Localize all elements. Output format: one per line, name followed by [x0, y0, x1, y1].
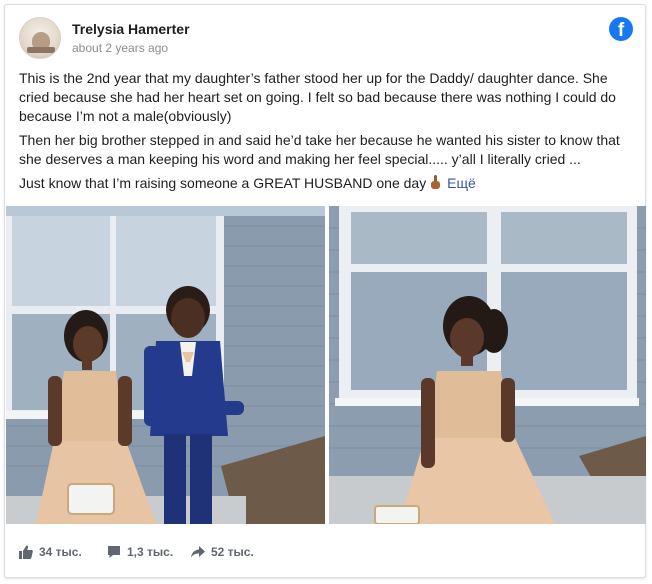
photo-girl-and-brother[interactable] — [6, 206, 325, 524]
author-name[interactable]: Trelysia Hamerter — [72, 21, 190, 37]
avatar-base — [27, 47, 55, 53]
post-header: Trelysia Hamerter about 2 years ago f — [19, 17, 633, 61]
photo-grid — [6, 206, 646, 524]
facebook-logo-icon[interactable]: f — [609, 17, 633, 41]
comments-stat[interactable]: 1,3 тыс. — [107, 545, 173, 559]
post-card: Trelysia Hamerter about 2 years ago f Th… — [4, 4, 646, 578]
post-paragraph-3-text: Just know that I’m raising someone a GRE… — [19, 175, 427, 191]
photo-girl-and-brother-image — [6, 206, 325, 524]
likes-count: 34 тыс. — [39, 545, 82, 559]
share-arrow-icon — [191, 546, 205, 558]
thumbs-up-icon — [19, 545, 33, 559]
post-paragraph-3: Just know that I’m raising someone a GRE… — [19, 174, 633, 193]
shares-count: 52 тыс. — [211, 545, 254, 559]
pointing-finger-emoji — [431, 175, 441, 189]
photo-girl-image — [329, 206, 646, 524]
post-paragraph-1: This is the 2nd year that my daughter’s … — [19, 70, 616, 124]
post-stats: 34 тыс. 1,3 тыс. 52 тыс. — [19, 545, 631, 565]
see-more-link[interactable]: Ещё — [447, 175, 476, 191]
comment-bubble-icon — [108, 546, 120, 558]
likes-stat[interactable]: 34 тыс. — [19, 545, 82, 559]
post-text: This is the 2nd year that my daughter’s … — [19, 69, 633, 198]
post-paragraph-2: Then her big brother stepped in and said… — [19, 132, 620, 167]
post-timestamp[interactable]: about 2 years ago — [72, 41, 168, 55]
avatar[interactable] — [19, 17, 61, 59]
shares-stat[interactable]: 52 тыс. — [191, 545, 254, 559]
comments-count: 1,3 тыс. — [127, 545, 174, 559]
photo-girl[interactable] — [329, 206, 646, 524]
